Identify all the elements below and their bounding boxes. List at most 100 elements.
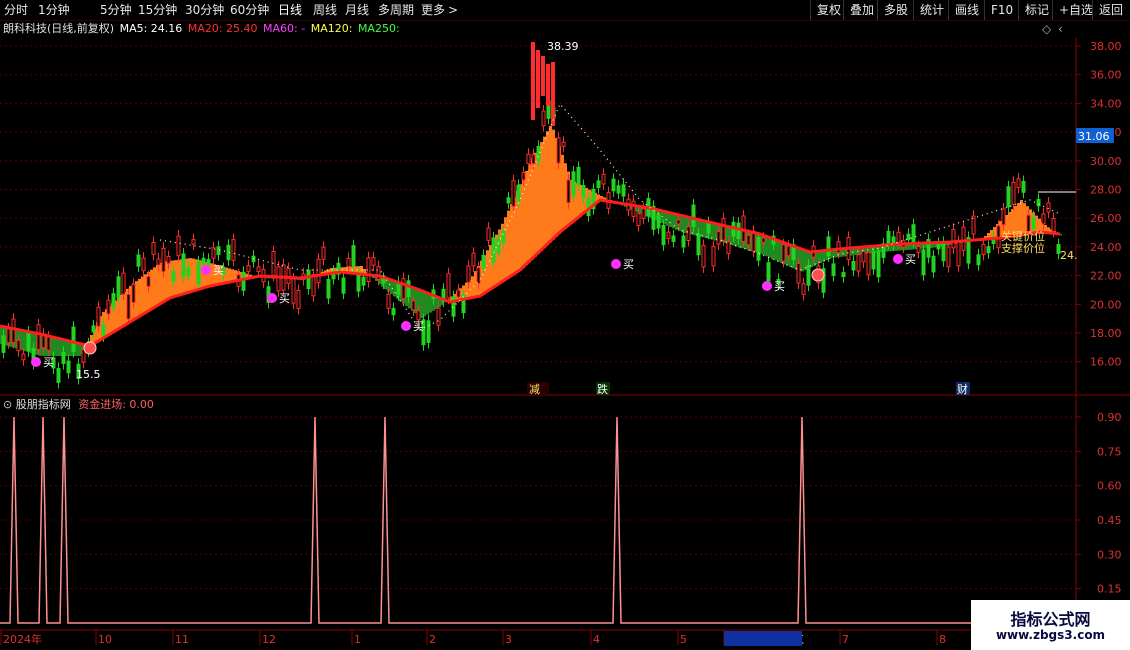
- candle-body: [136, 254, 141, 267]
- high-price-label: 38.39: [547, 40, 579, 53]
- candle-body: [176, 235, 181, 257]
- candle-body: [661, 224, 666, 246]
- candle-body: [456, 289, 461, 298]
- buy-dot: [401, 321, 411, 331]
- candle-body: [951, 228, 956, 249]
- candle-body: [1, 335, 6, 353]
- candle-body: [636, 213, 641, 226]
- cloud-segment: [549, 125, 552, 243]
- candle-body: [296, 289, 301, 309]
- candle-body: [256, 266, 261, 273]
- cloud-segment: [672, 213, 675, 229]
- candle-body: [696, 233, 701, 256]
- candle-body: [971, 215, 976, 235]
- candle-body: [566, 179, 571, 204]
- candle-body: [781, 244, 786, 262]
- candle-body: [201, 257, 206, 265]
- candle-body: [946, 246, 951, 268]
- candle-body: [116, 276, 121, 298]
- cloud-segment: [177, 259, 180, 296]
- candle-body: [861, 250, 866, 263]
- candle-body: [911, 224, 916, 243]
- candle-body: [706, 222, 711, 234]
- candle-body: [726, 241, 731, 255]
- candle-body: [596, 180, 601, 189]
- candle-body: [36, 324, 41, 350]
- candle-body: [446, 273, 451, 299]
- candle-body: [411, 300, 416, 311]
- candle-body: [126, 293, 131, 320]
- indicator-tick-label: 0.15: [1097, 583, 1122, 596]
- candle-body: [216, 246, 221, 255]
- candle-body: [886, 230, 891, 244]
- axes: [0, 38, 1130, 631]
- candle-body: [521, 171, 526, 181]
- candle-body: [641, 208, 646, 219]
- candle-body: [356, 273, 361, 292]
- candle-body: [546, 64, 550, 106]
- price-tick-label: 38.00: [1090, 40, 1122, 53]
- candle-body: [956, 241, 961, 267]
- cloud-segment: [426, 292, 429, 315]
- candle-body: [491, 237, 496, 263]
- candle-body: [156, 258, 161, 266]
- candle-body: [416, 310, 421, 321]
- candle-body: [601, 173, 606, 185]
- cursor-date-box: [724, 631, 802, 646]
- cloud-segment: [531, 158, 534, 260]
- buy-label: 买: [213, 264, 224, 277]
- event-label-finance[interactable]: 财: [957, 382, 968, 396]
- candle-body: [436, 307, 441, 326]
- cloud-segment: [525, 171, 528, 266]
- event-label-drop[interactable]: 跌: [597, 382, 608, 396]
- date-tick-label: 4: [593, 633, 600, 646]
- candle-body: [186, 267, 191, 276]
- candle-body: [716, 231, 721, 245]
- candle-body: [631, 200, 636, 217]
- indicator-axis: 0.90 0.75 0.60 0.45 0.30 0.15: [1076, 411, 1122, 596]
- price-tick-label: 34.00: [1090, 97, 1122, 110]
- candle-body: [291, 278, 296, 304]
- candle-body: [826, 236, 831, 257]
- candle-body: [486, 227, 491, 241]
- candle-body: [501, 230, 506, 244]
- right-edge-price-label: 24.: [1060, 249, 1078, 262]
- candle-body: [876, 250, 881, 278]
- event-label-reduce[interactable]: 减: [529, 383, 540, 396]
- cloud-segment: [561, 154, 564, 232]
- candle-body: [761, 237, 766, 243]
- candle-body: [701, 244, 706, 268]
- price-tick-label: 24.00: [1090, 241, 1122, 254]
- collapse-circle-icon[interactable]: ⊙: [3, 398, 12, 411]
- cloud-segment: [552, 129, 555, 240]
- candle-body: [386, 293, 391, 309]
- price-axis: 38.0036.0034.0032.0030.0028.0026.0024.00…: [1076, 40, 1122, 369]
- ball-marker: [83, 341, 97, 355]
- candle-body: [371, 257, 376, 266]
- candle-body: [151, 241, 156, 255]
- date-tick-label: 12: [262, 633, 276, 646]
- candle-body: [96, 306, 101, 327]
- candle-body: [676, 219, 681, 225]
- buy-dot: [611, 259, 621, 269]
- candle-body: [896, 231, 901, 243]
- price-tick-label: 20.00: [1090, 298, 1122, 311]
- candle-body: [1006, 186, 1011, 208]
- candle-body: [11, 318, 16, 343]
- watermark-title: 指标公式网: [1010, 610, 1091, 629]
- date-tick-label: 1: [354, 633, 361, 646]
- candle-body: [961, 226, 966, 251]
- candle-body: [101, 324, 106, 337]
- candle-body: [71, 326, 76, 352]
- candle-body: [471, 252, 476, 267]
- candle-body: [806, 265, 811, 286]
- candle-body: [141, 257, 146, 272]
- candle-body: [551, 62, 555, 126]
- buy-dot: [762, 281, 772, 291]
- candle-body: [976, 254, 981, 266]
- candle-body: [986, 246, 991, 254]
- kline-chart[interactable]: 买买买买买买买 38.0036.0034.0032.0030.0028.0026…: [0, 0, 1130, 650]
- date-tick-label: 2024年: [3, 632, 42, 646]
- price-tick-label: 28.00: [1090, 184, 1122, 197]
- candle-body: [321, 246, 326, 260]
